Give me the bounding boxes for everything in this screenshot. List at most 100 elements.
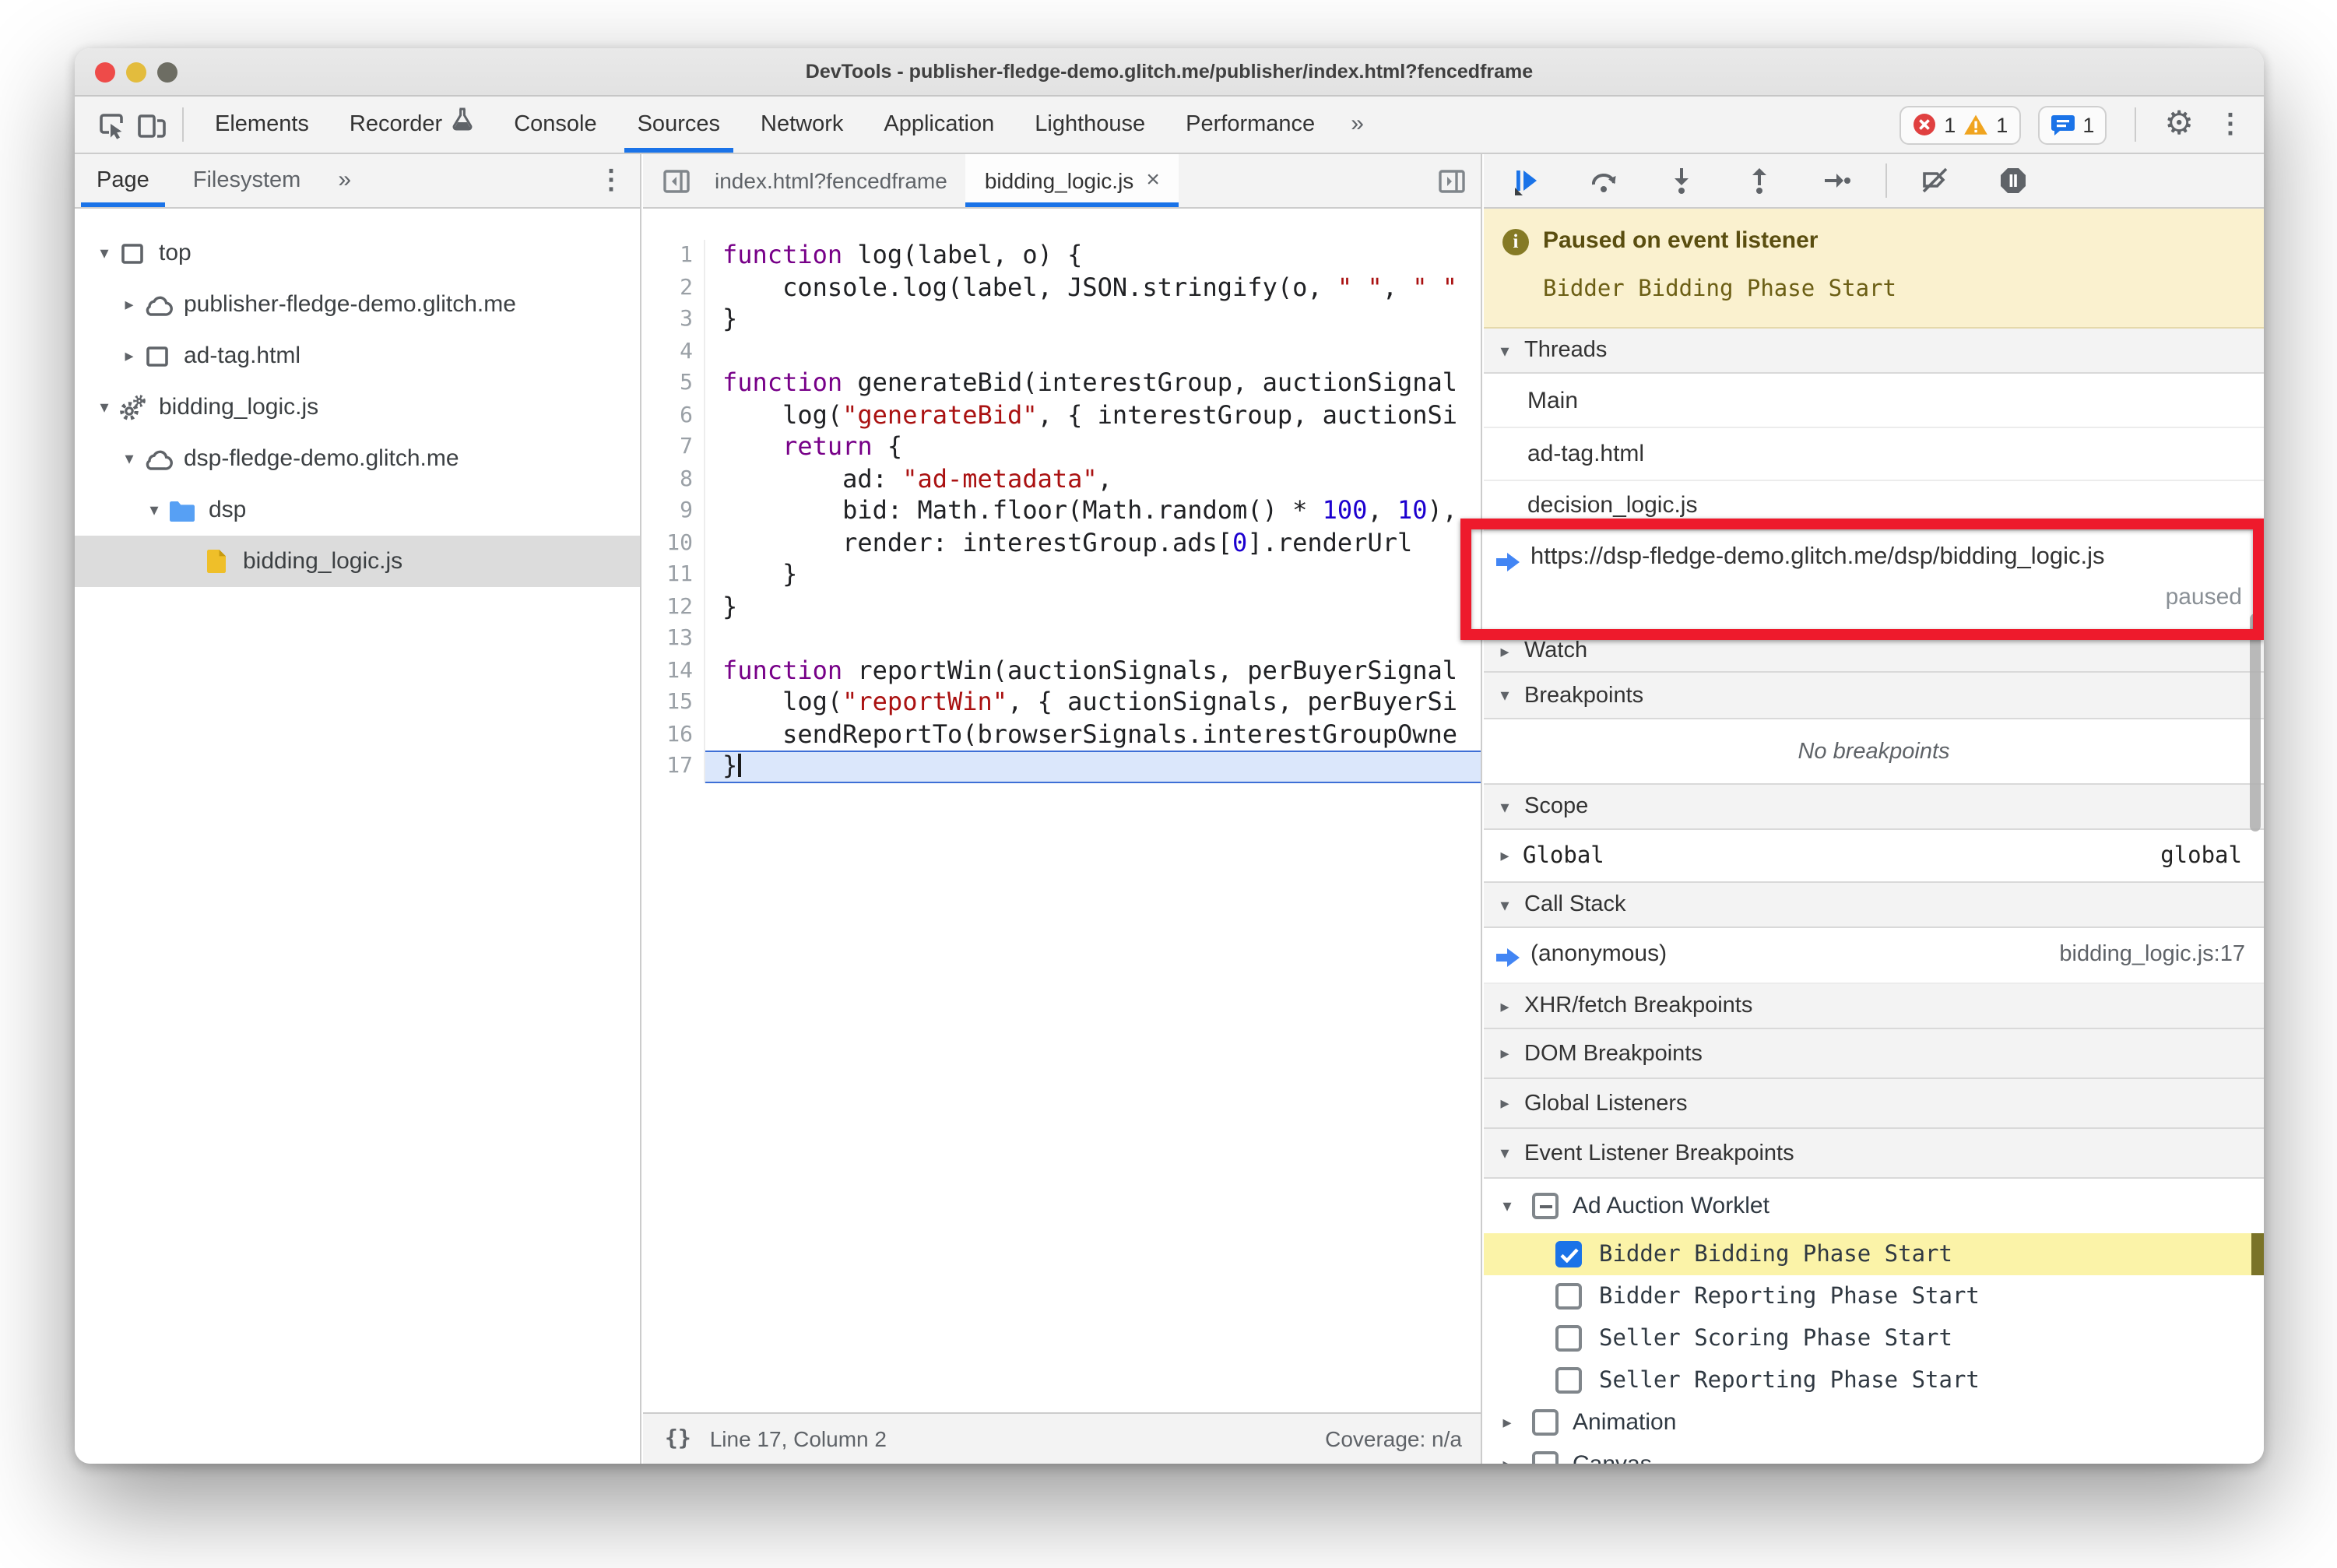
tree-expander-icon[interactable]: ▾ [93, 397, 115, 417]
inspect-element-icon[interactable] [90, 104, 131, 145]
code-line[interactable]: 16 sendReportTo(browserSignals.interestG… [643, 719, 1481, 751]
checkbox-checked[interactable] [1555, 1241, 1582, 1267]
code-line-text[interactable]: function generateBid(interestGroup, auct… [705, 367, 1481, 399]
checkbox-unchecked[interactable] [1532, 1409, 1559, 1436]
checkbox-unchecked[interactable] [1555, 1283, 1582, 1310]
editor-tab[interactable]: index.html?fencedframe [696, 154, 966, 207]
line-number[interactable]: 7 [643, 431, 705, 463]
code-line-text[interactable]: return { [705, 431, 1481, 463]
line-number[interactable]: 10 [643, 527, 705, 559]
code-line-text[interactable]: sendReportTo(browserSignals.interestGrou… [705, 719, 1481, 751]
call-stack-frame[interactable]: (anonymous) bidding_logic.js:17 [1484, 928, 2264, 984]
code-line[interactable]: 2 console.log(label, JSON.stringify(o, "… [643, 272, 1481, 304]
event-category-row[interactable]: ▸ Animation [1484, 1401, 2264, 1443]
checkbox-indeterminate[interactable] [1532, 1193, 1559, 1219]
tab-lighthouse[interactable]: Lighthouse [1014, 97, 1165, 153]
tab-application[interactable]: Application [863, 97, 1014, 153]
event-breakpoint-row[interactable]: Seller Reporting Phase Start [1484, 1359, 2264, 1401]
line-number[interactable]: 16 [643, 719, 705, 751]
code-line-text[interactable]: } [705, 591, 1481, 623]
code-line[interactable]: 9 bid: Math.floor(Math.random() * 100, 1… [643, 495, 1481, 527]
code-line[interactable]: 17} [643, 751, 1481, 782]
tree-item[interactable]: ▾ top [75, 227, 640, 279]
section-global-listeners[interactable]: ▸ Global Listeners [1484, 1078, 2264, 1129]
tree-expander-icon[interactable]: ▾ [93, 243, 115, 263]
line-number[interactable]: 12 [643, 591, 705, 623]
tab-elements[interactable]: Elements [195, 97, 329, 153]
code-line-text[interactable]: function log(label, o) { [705, 240, 1481, 272]
open-quick-source-icon[interactable] [1431, 160, 1471, 201]
line-number[interactable]: 9 [643, 495, 705, 527]
line-number[interactable]: 1 [643, 240, 705, 272]
close-window-button[interactable] [95, 62, 115, 83]
more-panels-button[interactable]: » [1335, 97, 1379, 153]
deactivate-breakpoints-icon[interactable] [1915, 160, 1956, 201]
section-breakpoints[interactable]: ▾ Breakpoints [1484, 671, 2264, 719]
errors-warnings-badge[interactable]: 1 1 [1899, 105, 2021, 144]
pause-on-exceptions-icon[interactable] [1993, 160, 2033, 201]
tab-performance[interactable]: Performance [1165, 97, 1335, 153]
checkbox-unchecked[interactable] [1532, 1451, 1559, 1464]
section-scope[interactable]: ▾ Scope [1484, 783, 2264, 830]
event-category-row[interactable]: ▸ Canvas [1484, 1443, 2264, 1464]
code-line-text[interactable]: log("reportWin", { auctionSignals, perBu… [705, 687, 1481, 719]
settings-gear-icon[interactable] [2164, 104, 2194, 145]
line-number[interactable]: 11 [643, 559, 705, 591]
section-call-stack[interactable]: ▾ Call Stack [1484, 881, 2264, 928]
code-line-text[interactable]: console.log(label, JSON.stringify(o, " "… [705, 272, 1481, 304]
line-number[interactable]: 15 [643, 687, 705, 719]
tree-item[interactable]: bidding_logic.js [75, 536, 640, 587]
code-line-text[interactable]: } [705, 559, 1481, 591]
step-icon[interactable] [1817, 160, 1857, 201]
hide-navigator-icon[interactable] [655, 160, 696, 201]
code-line[interactable]: 8 ad: "ad-metadata", [643, 463, 1481, 495]
step-out-icon[interactable] [1739, 160, 1780, 201]
device-toolbar-icon[interactable] [131, 104, 171, 145]
section-dom-breakpoints[interactable]: ▸ DOM Breakpoints [1484, 1028, 2264, 1079]
code-line-text[interactable]: function reportWin(auctionSignals, perBu… [705, 655, 1481, 687]
tree-expander-icon[interactable]: ▾ [143, 500, 165, 520]
line-number[interactable]: 6 [643, 399, 705, 431]
event-breakpoint-row[interactable]: Bidder Reporting Phase Start [1484, 1275, 2264, 1317]
code-line[interactable]: 1 function log(label, o) { [643, 240, 1481, 272]
code-line-text[interactable]: ad: "ad-metadata", [705, 463, 1481, 495]
code-line[interactable]: 12} [643, 591, 1481, 623]
line-number[interactable]: 2 [643, 272, 705, 304]
tab-sources[interactable]: Sources [617, 97, 740, 153]
close-icon[interactable]: × [1146, 154, 1160, 207]
step-into-icon[interactable] [1661, 160, 1702, 201]
line-number[interactable]: 13 [643, 623, 705, 655]
tab-console[interactable]: Console [494, 97, 617, 153]
section-threads[interactable]: ▾ Threads [1484, 327, 2264, 374]
scrollbar-thumb[interactable] [2250, 613, 2261, 831]
tree-expander-icon[interactable]: ▾ [118, 448, 140, 469]
code-line[interactable]: 14 function reportWin(auctionSignals, per… [643, 655, 1481, 687]
code-line[interactable]: 4 [643, 336, 1481, 367]
code-line-text[interactable] [705, 336, 1481, 367]
section-xhr-breakpoints[interactable]: ▸ XHR/fetch Breakpoints [1484, 983, 2264, 1029]
tree-item[interactable]: ▾ dsp-fledge-demo.glitch.me [75, 433, 640, 484]
line-number[interactable]: 3 [643, 304, 705, 336]
zoom-window-button[interactable] [157, 62, 177, 83]
code-line[interactable]: 13 [643, 623, 1481, 655]
code-editor[interactable]: 1 function log(label, o) {2 console.log(l… [643, 209, 1481, 1412]
line-number[interactable]: 8 [643, 463, 705, 495]
code-line-text[interactable]: log("generateBid", { interestGroup, auct… [705, 399, 1481, 431]
tab-network[interactable]: Network [740, 97, 863, 153]
tree-expander-icon[interactable]: ▸ [118, 346, 140, 366]
code-line-text[interactable]: } [705, 304, 1481, 336]
line-number[interactable]: 5 [643, 367, 705, 399]
code-line[interactable]: 6 log("generateBid", { interestGroup, au… [643, 399, 1481, 431]
code-line[interactable]: 10 render: interestGroup.ads[0].renderUr… [643, 527, 1481, 559]
code-line-text[interactable]: bid: Math.floor(Math.random() * 100, 10)… [705, 495, 1481, 527]
chevron-icon[interactable]: ▸ [1496, 1454, 1518, 1464]
editor-tab[interactable]: bidding_logic.js × [965, 154, 1179, 207]
thread-row[interactable]: ad-tag.html [1484, 428, 2264, 481]
code-line-text[interactable]: render: interestGroup.ads[0].renderUrl [705, 527, 1481, 559]
checkbox-unchecked[interactable] [1555, 1367, 1582, 1394]
minimize-window-button[interactable] [126, 62, 146, 83]
tree-item[interactable]: ▾ bidding_logic.js [75, 381, 640, 433]
section-event-listener-breakpoints[interactable]: ▾ Event Listener Breakpoints [1484, 1127, 2264, 1179]
checkbox-unchecked[interactable] [1555, 1325, 1582, 1352]
chevron-icon[interactable]: ▸ [1496, 1412, 1518, 1433]
